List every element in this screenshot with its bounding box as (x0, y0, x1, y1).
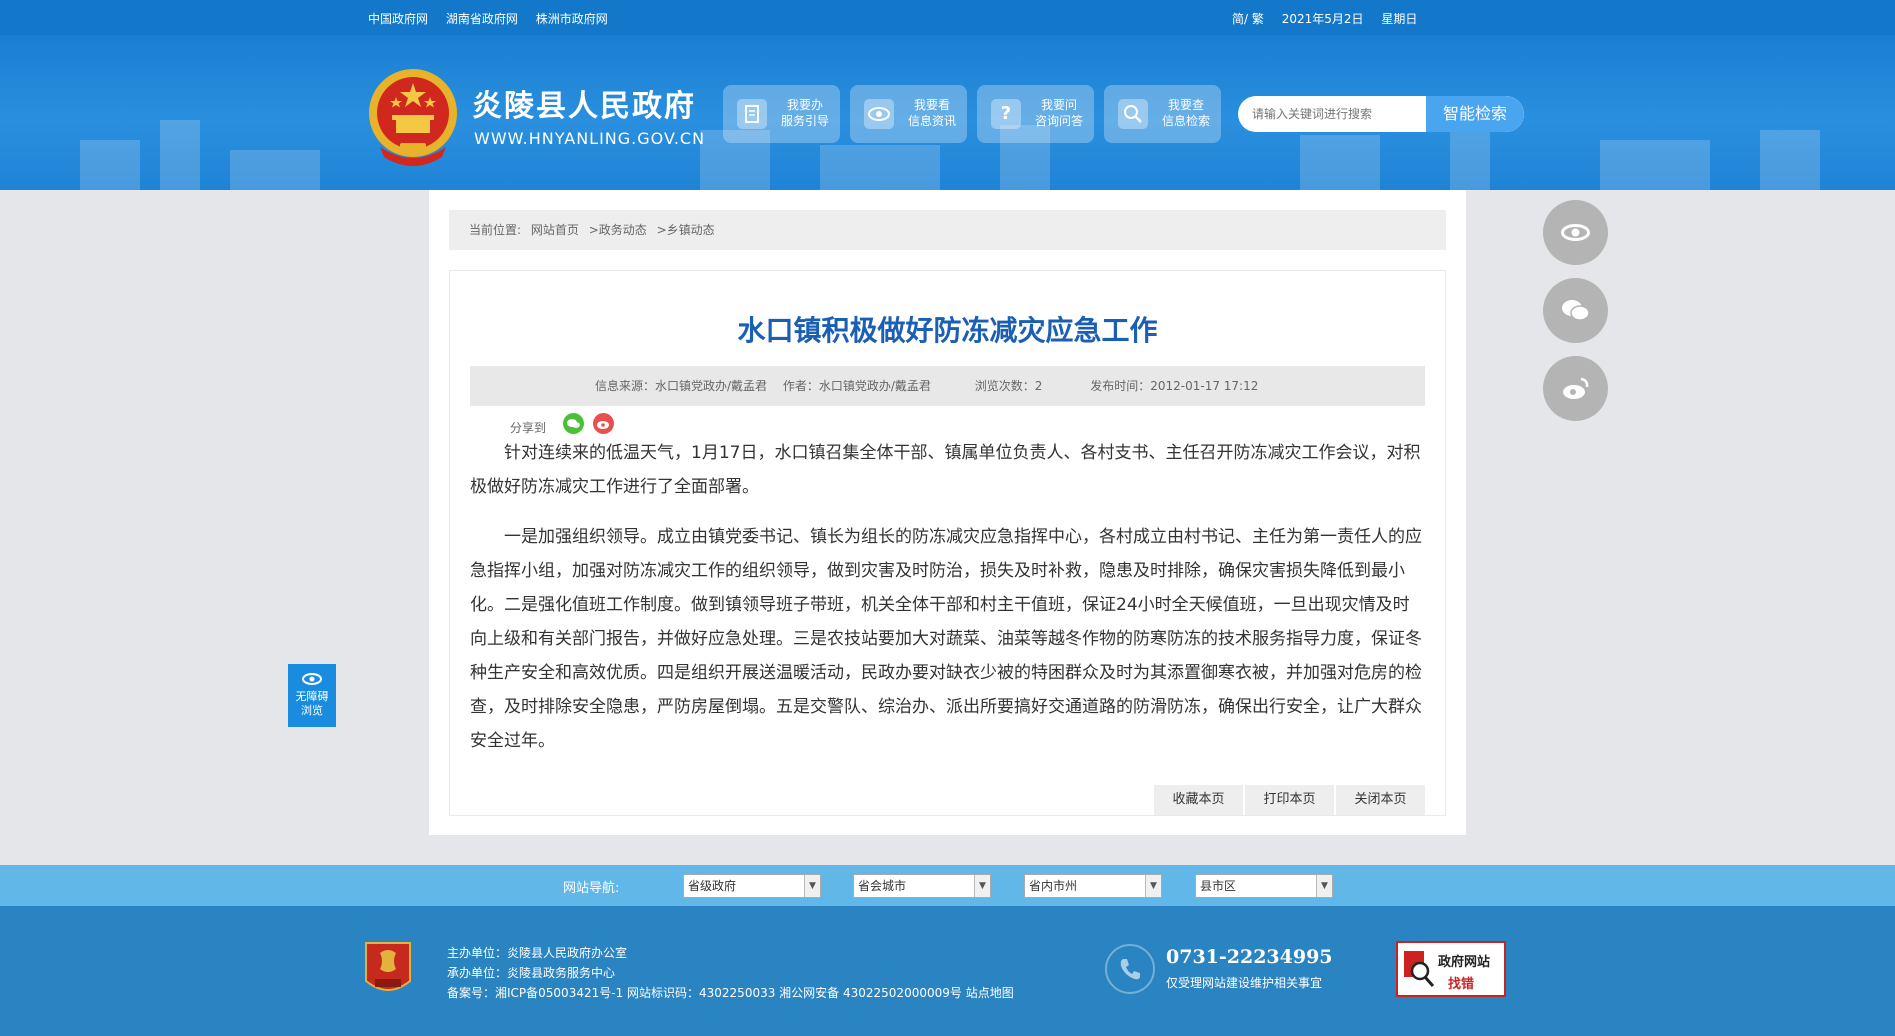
chevron-down-icon: ▼ (1316, 875, 1332, 897)
link-hunan-gov[interactable]: 湖南省政府网 (446, 12, 518, 26)
article-paragraph: 一是加强组织领导。成立由镇党委书记、镇长为组长的防冻减灾应急指挥中心，各村成立由… (470, 527, 1422, 751)
report-error-badge[interactable]: 政府网站 找错 (1396, 941, 1506, 997)
question-icon: ? (991, 99, 1021, 129)
breadcrumb: 当前位置: 网站首页 >政务动态 >乡镇动态 (449, 210, 1446, 250)
quick-button-label: 我要办 服务引导 (780, 98, 829, 128)
chevron-down-icon: ▼ (804, 875, 820, 897)
site-navigation: 网站导航: 省级政府 ▼ 省会城市 ▼ 省内市州 ▼ 县市区 ▼ (0, 865, 1895, 906)
select-county[interactable]: 县市区 ▼ (1195, 874, 1333, 898)
meta-published: 发布时间：2012-01-17 17:12 (1090, 379, 1259, 393)
eye-icon (1561, 224, 1590, 241)
current-date: 2021年5月2日 (1281, 12, 1364, 26)
wechat-share-icon[interactable] (563, 413, 584, 434)
contact-phone: 0731-22234995 (1166, 946, 1333, 968)
weibo-share-icon[interactable] (593, 413, 614, 434)
breadcrumb-home[interactable]: 网站首页 (531, 223, 579, 237)
report-error-line1: 政府网站 (1438, 955, 1491, 970)
document-icon (737, 99, 767, 129)
site-footer: 主办单位：炎陵县人民政府办公室 承办单位：炎陵县政务服务中心 备案号：湘ICP备… (0, 906, 1895, 1036)
national-emblem-icon (369, 69, 457, 166)
party-government-badge-icon[interactable] (362, 939, 414, 999)
link-china-gov[interactable]: 中国政府网 (368, 12, 428, 26)
top-right: 简/ 繁 2021年5月2日 星期日 (1232, 10, 1431, 27)
select-province-gov[interactable]: 省级政府 ▼ (683, 874, 821, 898)
link-zhuzhou-gov[interactable]: 株洲市政府网 (536, 12, 608, 26)
favorite-button[interactable]: 收藏本页 (1154, 785, 1243, 815)
quick-button-label: 我要看 信息资讯 (907, 98, 956, 128)
eye-icon (864, 99, 894, 129)
phone-note: 仅受理网站建设维护相关事宜 (1166, 976, 1323, 990)
article: 水口镇积极做好防冻减灾应急工作 信息来源：水口镇党政办/戴孟君 作者：水口镇党政… (449, 270, 1446, 816)
side-view-button[interactable] (1543, 200, 1608, 265)
main-content: 当前位置: 网站首页 >政务动态 >乡镇动态 水口镇积极做好防冻减灾应急工作 信… (429, 190, 1466, 835)
close-page-button[interactable]: 关闭本页 (1336, 785, 1425, 815)
search-button[interactable]: 智能检索 (1426, 96, 1524, 132)
report-error-line2: 找错 (1448, 977, 1475, 992)
accessibility-button[interactable]: 无障碍 浏览 (288, 664, 336, 727)
footer-host: 主办单位：炎陵县人民政府办公室 (447, 946, 628, 960)
footer-record: 备案号：湘ICP备05003421号-1 网站标识码：4302250033 湘公… (447, 986, 1014, 1000)
accessibility-label-2: 浏览 (301, 704, 323, 717)
lang-toggle[interactable]: 简/ 繁 (1232, 12, 1264, 26)
search-box: 智能检索 (1238, 96, 1524, 132)
quick-button-ask[interactable]: ? 我要问 咨询问答 (977, 85, 1094, 143)
article-paragraph: 针对连续来的低温天气，1月17日，水口镇召集全体干部、镇属单位负责人、各村支书、… (470, 443, 1421, 497)
site-url: WWW.HNYANLING.GOV.CN (474, 129, 706, 148)
breadcrumb-news[interactable]: >政务动态 (589, 223, 647, 237)
quick-button-label: 我要问 咨询问答 (1034, 98, 1083, 128)
search-icon (1118, 99, 1148, 129)
footer-organizer: 承办单位：炎陵县政务服务中心 (447, 966, 616, 980)
meta-author: 作者：水口镇党政办/戴孟君 (782, 379, 931, 393)
quick-button-service[interactable]: 我要办 服务引导 (723, 85, 840, 143)
eye-icon (302, 673, 322, 685)
weibo-icon (1563, 377, 1589, 399)
article-title: 水口镇积极做好防冻减灾应急工作 (737, 314, 1158, 347)
meta-views: 浏览次数：2 (974, 379, 1043, 393)
side-weibo-button[interactable] (1543, 356, 1608, 421)
side-wechat-button[interactable] (1543, 278, 1608, 343)
magnifier-icon (1404, 951, 1435, 987)
site-header: 炎陵县人民政府 WWW.HNYANLING.GOV.CN 我要办 服务引导 我要看… (0, 35, 1895, 190)
quick-button-info[interactable]: 我要看 信息资讯 (850, 85, 967, 143)
search-input[interactable] (1252, 104, 1402, 124)
phone-icon (1105, 944, 1155, 994)
wechat-icon (1562, 300, 1590, 321)
chevron-down-icon: ▼ (974, 875, 990, 897)
breadcrumb-prefix: 当前位置: (469, 223, 522, 237)
article-body: 针对连续来的低温天气，1月17日，水口镇召集全体干部、镇属单位负责人、各村支书、… (470, 436, 1425, 774)
top-links: 中国政府网 湖南省政府网 株洲市政府网 (368, 10, 622, 27)
article-meta: 信息来源：水口镇党政办/戴孟君 作者：水口镇党政办/戴孟君 浏览次数：2 发布时… (470, 366, 1425, 406)
quick-button-label: 我要查 信息检索 (1161, 98, 1210, 128)
select-city[interactable]: 省内市州 ▼ (1024, 874, 1162, 898)
footer-info: 主办单位：炎陵县人民政府办公室 承办单位：炎陵县政务服务中心 备案号：湘ICP备… (447, 943, 1014, 1003)
top-bar: 中国政府网 湖南省政府网 株洲市政府网 简/ 繁 2021年5月2日 星期日 (0, 0, 1895, 35)
quick-button-search[interactable]: 我要查 信息检索 (1104, 85, 1221, 143)
print-button[interactable]: 打印本页 (1245, 785, 1334, 815)
select-capital-city[interactable]: 省会城市 ▼ (853, 874, 991, 898)
meta-source: 信息来源：水口镇党政办/戴孟君 (595, 379, 768, 393)
article-actions: 收藏本页 打印本页 关闭本页 (1152, 785, 1425, 815)
accessibility-label-1: 无障碍 (295, 690, 329, 703)
share-label: 分享到 (510, 421, 547, 435)
chevron-down-icon: ▼ (1145, 875, 1161, 897)
nav-label: 网站导航: (563, 881, 620, 896)
site-name: 炎陵县人民政府 (472, 89, 696, 124)
current-weekday: 星期日 (1381, 12, 1418, 26)
breadcrumb-town[interactable]: >乡镇动态 (657, 223, 715, 237)
